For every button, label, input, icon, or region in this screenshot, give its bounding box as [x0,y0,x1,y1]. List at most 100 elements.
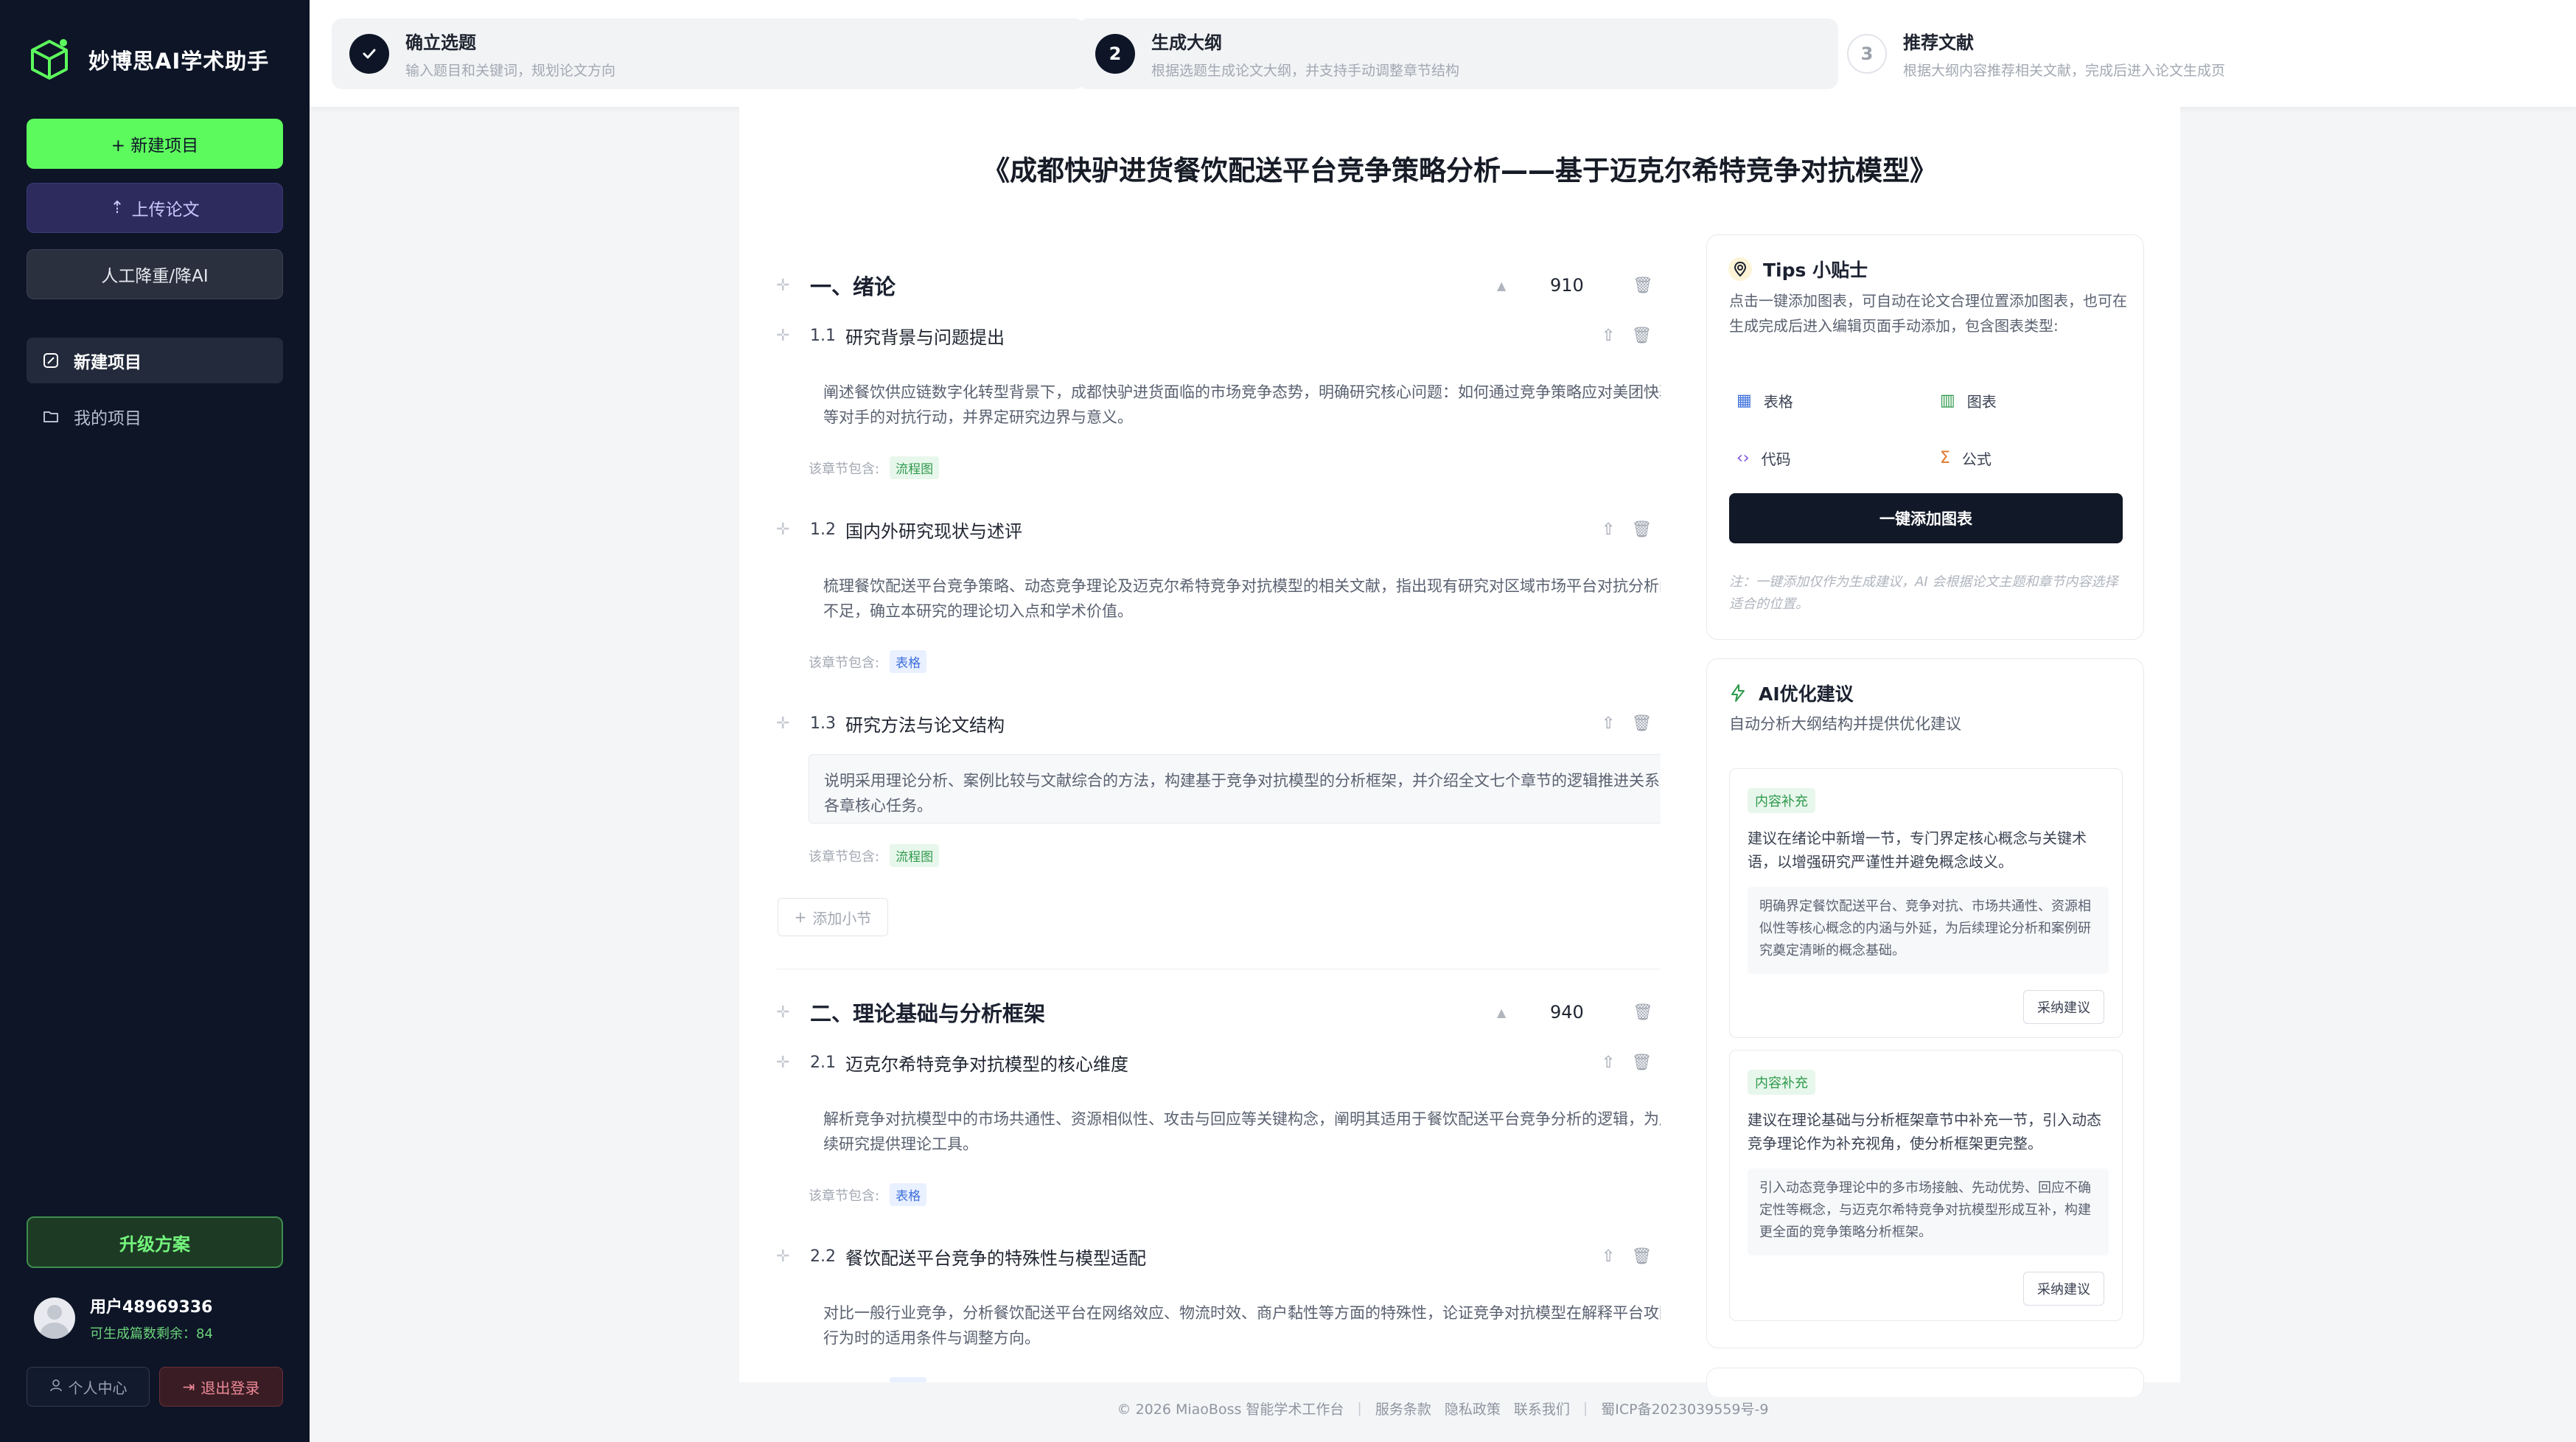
logout-button[interactable]: ⇥ 退出登录 [159,1367,283,1407]
section-title[interactable]: 餐饮配送平台竞争的特殊性与模型适配 [845,1244,1146,1269]
suggestion-tag: 内容补充 [1748,788,1815,813]
step-define-topic[interactable]: 确立选题 输入题目和关键词，规划论文方向 [332,18,1085,89]
drag-handle-icon[interactable]: ✛ [776,1053,789,1072]
brand-name: 妙博思AI学术助手 [88,49,270,74]
adopt-suggestion-button[interactable]: 采纳建议 [2023,1272,2104,1306]
contact-link[interactable]: 联系我们 [1514,1399,1570,1418]
chapter-header[interactable]: ✛ 二、理论基础与分析框架 ▲ 940 🗑 [776,981,1661,1043]
plus-icon: + [794,908,807,926]
suggestion-text: 建议在绪论中新增一节，专门界定核心概念与关键术语，以增强研究严谨性并避免概念歧义… [1748,829,2087,871]
tag-flowchart[interactable]: 流程图 [890,456,940,479]
drag-handle-icon[interactable]: ✛ [776,520,789,539]
step-recommend-literature[interactable]: 3 推荐文献 根据大纲内容推荐相关文献，完成后进入论文生成页 [1829,18,2493,89]
terms-link[interactable]: 服务条款 [1375,1399,1431,1418]
section-summary[interactable]: 阐述餐饮供应链数字化转型背景下，成都快驴进货面临的市场竞争态势，明确研究核心问题… [809,366,1661,436]
section-tags: 该章节包含: 表格 [809,1377,927,1382]
tool-table: ▦ 表格 [1736,390,1793,411]
tag-table[interactable]: 表格 [890,1377,927,1382]
adopt-suggestion-button[interactable]: 采纳建议 [2023,990,2104,1024]
section-summary[interactable]: 梳理餐饮配送平台竞争策略、动态竞争理论及迈克尔希特竞争对抗模型的相关文献，指出现… [809,560,1661,630]
tool-label: 表格 [1763,393,1793,411]
sidebar-item-label: 新建项目 [74,353,142,372]
tag-prefix: 该章节包含: [809,461,880,477]
trash-icon[interactable]: 🗑 [1631,714,1652,733]
rewrite-reduce-ai-button[interactable]: 人工降重/降AI [27,249,283,299]
profile-button[interactable]: 个人中心 [27,1367,150,1407]
section-item: ✛ 2.1 迈克尔希特竞争对抗模型的核心维度 ⇧ 🗑 解析竞争对抗模型中的市场共… [776,1043,1661,1237]
section-summary[interactable]: 说明采用理论分析、案例比较与文献综合的方法，构建基于竞争对抗模型的分析框架，并介… [809,754,1661,823]
step-title: 生成大纲 [1151,32,1222,53]
section-number: 1.2 [810,520,836,539]
table-icon: ▦ [1736,391,1752,410]
step-generate-outline[interactable]: 2 生成大纲 根据选题生成论文大纲，并支持手动调整章节结构 [1078,18,1838,89]
tool-chart: ▥ 图表 [1940,390,1997,411]
upload-paper-label: 上传论文 [131,201,200,220]
section-header[interactable]: ✛ 1.2 国内外研究现状与述评 ⇧ 🗑 [776,510,1661,548]
lightning-icon [1731,684,1745,702]
drag-handle-icon[interactable]: ✛ [776,327,789,345]
new-project-button[interactable]: + 新建项目 [27,119,283,169]
section-item: ✛ 2.2 餐饮配送平台竞争的特殊性与模型适配 ⇧ 🗑 对比一般行业竞争，分析餐… [776,1237,1661,1382]
section-header[interactable]: ✛ 1.1 研究背景与问题提出 ⇧ 🗑 [776,316,1661,355]
sigma-icon: Σ [1940,449,1950,467]
privacy-link[interactable]: 隐私政策 [1445,1399,1501,1418]
trash-icon[interactable]: 🗑 [1631,1247,1652,1266]
upload-icon[interactable]: ⇧ [1602,714,1615,733]
suggestion-detail: 引入动态竞争理论中的多市场接触、先动优势、回应不确定性等概念，与迈克尔希特竞争对… [1748,1168,2109,1255]
drag-handle-icon[interactable]: ✛ [776,1003,789,1022]
section-summary[interactable]: 对比一般行业竞争，分析餐饮配送平台在网络效应、物流时效、商户黏性等方面的特殊性，… [809,1287,1661,1356]
ai-header: AI优化建议 [1728,680,1854,706]
collapse-icon[interactable]: ▲ [1497,1006,1506,1020]
add-subsection-button[interactable]: + 添加小节 [778,898,888,936]
outline-editor: ✛ 一、绪论 ▲ 910 🗑 ✛ 1.1 研究背景与问题提出 ⇧ 🗑 阐述餐饮供… [776,254,1661,1382]
step-desc: 根据选题生成论文大纲，并支持手动调整章节结构 [1151,63,1460,79]
section-title[interactable]: 迈克尔希特竞争对抗模型的核心维度 [845,1050,1128,1076]
upload-icon[interactable]: ⇧ [1602,1247,1615,1266]
trash-icon[interactable]: 🗑 [1633,1003,1653,1022]
section-number: 2.2 [810,1247,836,1266]
trash-icon[interactable]: 🗑 [1631,1053,1652,1072]
drag-handle-icon[interactable]: ✛ [776,276,789,295]
sidebar-item-label: 我的项目 [74,409,142,428]
drag-handle-icon[interactable]: ✛ [776,1247,789,1266]
tag-table[interactable]: 表格 [890,1183,927,1206]
section-header[interactable]: ✛ 1.3 研究方法与论文结构 ⇧ 🗑 [776,704,1661,742]
add-charts-button[interactable]: 一键添加图表 [1729,493,2123,543]
section-header[interactable]: ✛ 2.1 迈克尔希特竞争对抗模型的核心维度 ⇧ 🗑 [776,1043,1661,1082]
tag-flowchart[interactable]: 流程图 [890,844,940,867]
drag-handle-icon[interactable]: ✛ [776,714,789,733]
upload-icon[interactable]: ⇧ [1602,520,1615,539]
tool-label: 代码 [1761,450,1791,468]
trash-icon[interactable]: 🗑 [1631,520,1652,539]
chapter-word-count[interactable]: 910 [1550,275,1584,296]
step-number: 3 [1847,34,1887,74]
user-icon [49,1378,63,1396]
section-title[interactable]: 国内外研究现状与述评 [845,517,1022,543]
section-tags: 该章节包含: 流程图 [809,456,940,479]
upload-icon[interactable]: ⇧ [1602,327,1615,345]
section-title[interactable]: 研究方法与论文结构 [845,711,1005,736]
user-name: 用户48969336 [90,1298,213,1317]
upload-paper-button[interactable]: ⇡ 上传论文 [27,183,283,233]
chapter-title[interactable]: 一、绪论 [810,270,896,301]
tips-header: Tips 小贴士 [1728,256,1868,282]
section-title[interactable]: 研究背景与问题提出 [845,323,1005,349]
upgrade-plan-button[interactable]: 升级方案 [27,1216,283,1268]
ai-title: AI优化建议 [1759,683,1854,705]
section-header[interactable]: ✛ 2.2 餐饮配送平台竞争的特殊性与模型适配 ⇧ 🗑 [776,1237,1661,1275]
upload-icon[interactable]: ⇧ [1602,1053,1615,1072]
icp-record[interactable]: 蜀ICP备2023039559号-9 [1601,1399,1768,1418]
chapter-word-count[interactable]: 940 [1550,1002,1584,1023]
section-summary[interactable]: 解析竞争对抗模型中的市场共通性、资源相似性、攻击与回应等关键构念，阐明其适用于餐… [809,1093,1661,1163]
chapter-header[interactable]: ✛ 一、绪论 ▲ 910 🗑 [776,254,1661,316]
collapse-icon[interactable]: ▲ [1497,279,1506,293]
tag-table[interactable]: 表格 [890,650,927,673]
sidebar-item-my-projects[interactable]: 我的项目 [27,394,283,439]
brand[interactable]: 妙博思AI学术助手 [27,34,269,86]
trash-icon[interactable]: 🗑 [1631,327,1652,345]
suggestion-text: 建议在理论基础与分析框架章节中补充一节，引入动态竞争理论作为补充视角，使分析框架… [1748,1111,2101,1152]
chapter-title[interactable]: 二、理论基础与分析框架 [810,997,1045,1028]
tips-card: Tips 小贴士 点击一键添加图表，可自动在论文合理位置添加图表，也可在生成完成… [1706,234,2144,640]
trash-icon[interactable]: 🗑 [1633,276,1653,295]
sidebar-item-new-project[interactable]: 新建项目 [27,338,283,383]
